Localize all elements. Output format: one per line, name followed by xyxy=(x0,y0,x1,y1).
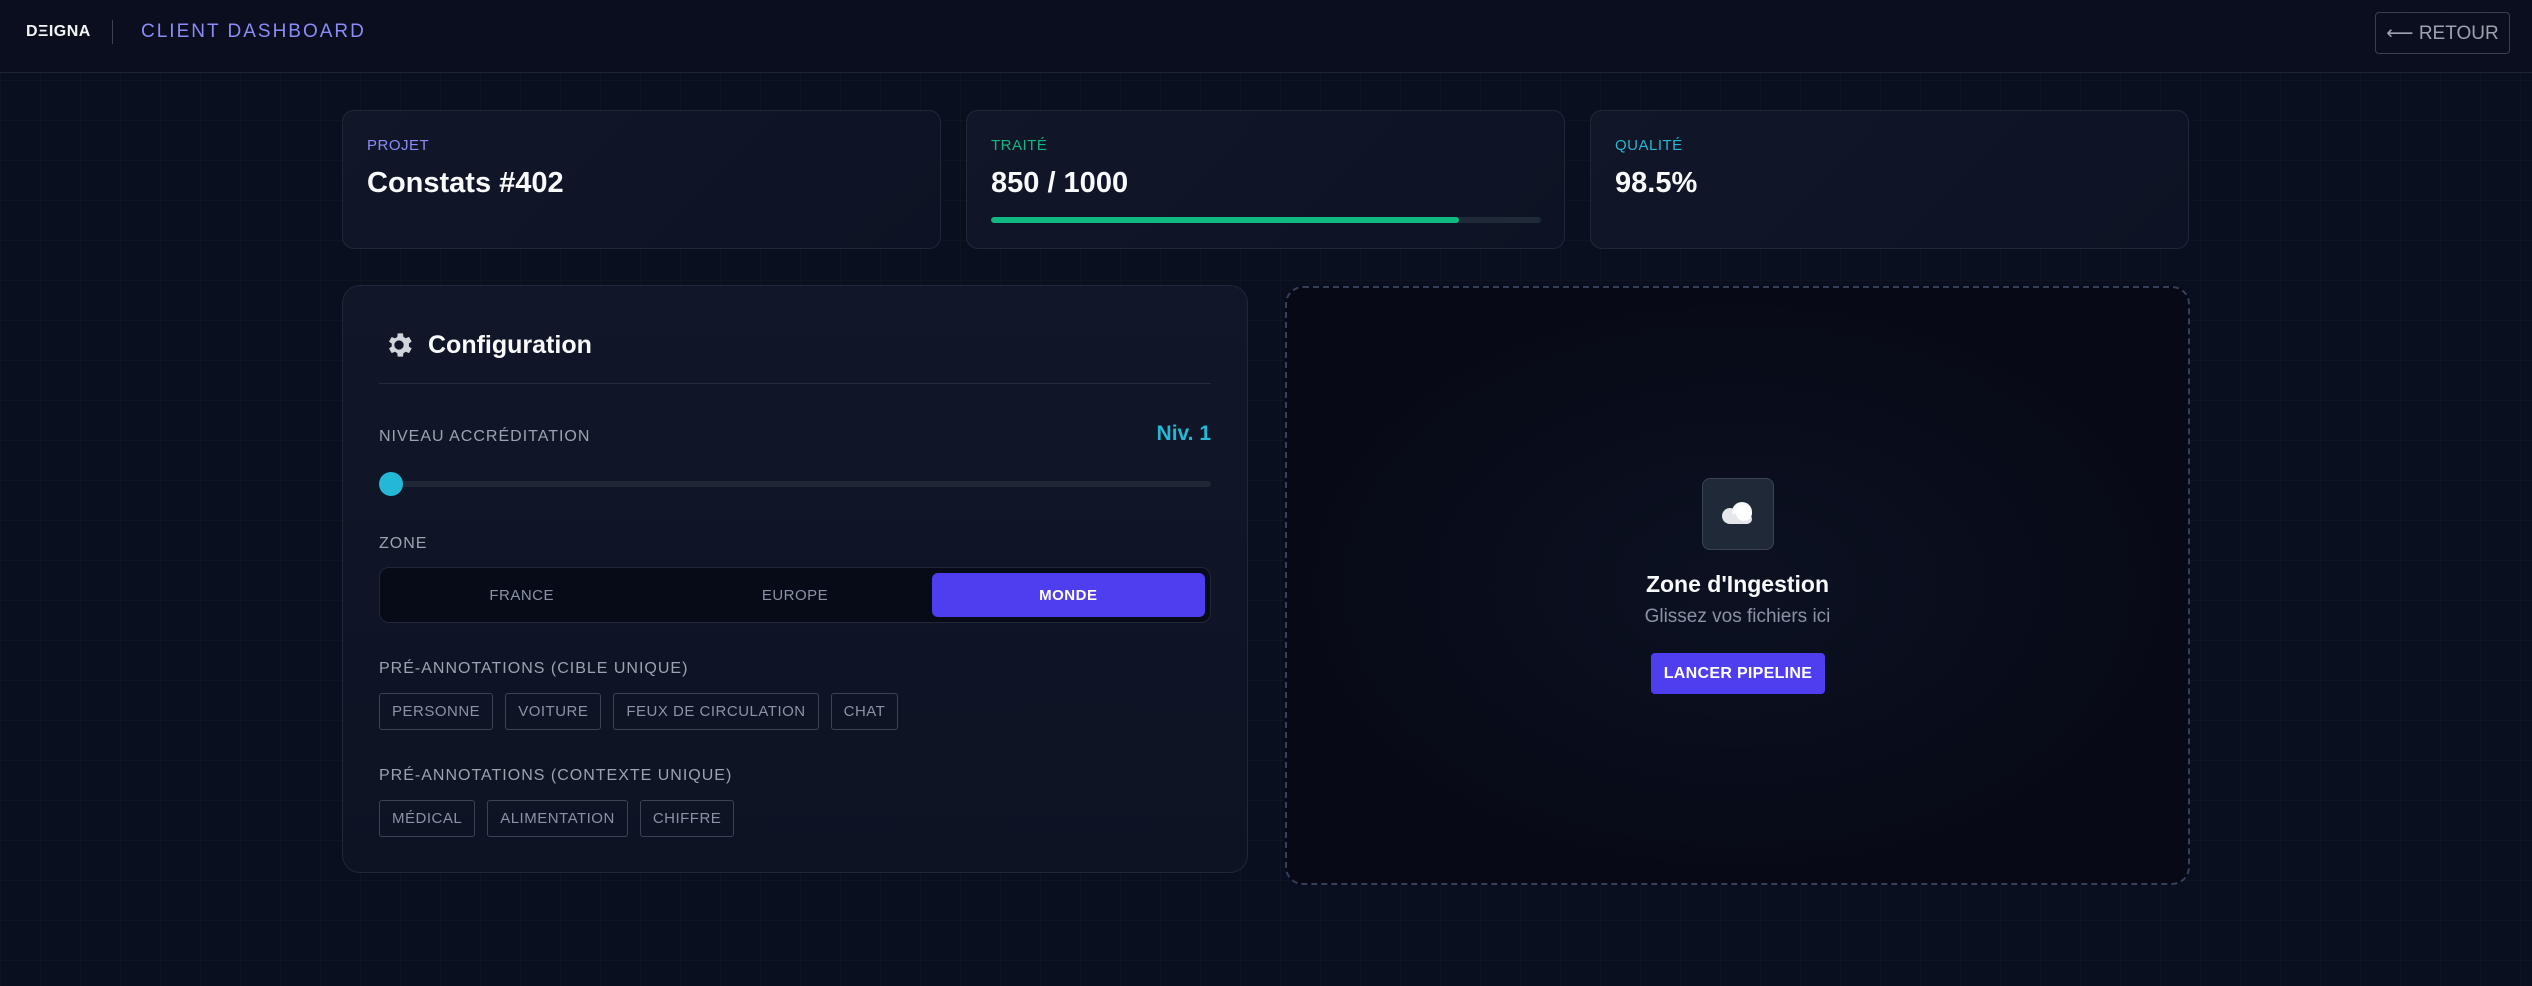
upload-icon-box xyxy=(1702,478,1774,550)
brand-logo[interactable]: DΞIGNA xyxy=(26,23,91,41)
launch-pipeline-button[interactable]: LANCER PIPELINE xyxy=(1651,653,1825,694)
zone-label: ZONE xyxy=(379,535,428,552)
ingestion-dropzone[interactable]: Zone d'Ingestion Glissez vos fichiers ic… xyxy=(1285,286,2190,885)
configuration-title: Configuration xyxy=(428,331,592,359)
configuration-header: Configuration xyxy=(379,322,1211,384)
stat-label: TRAITÉ xyxy=(991,137,1048,154)
accreditation-slider[interactable] xyxy=(379,472,1211,496)
chip-medical[interactable]: MÉDICAL xyxy=(379,800,476,837)
chip-chiffre[interactable]: CHIFFRE xyxy=(639,800,735,837)
progress-fill xyxy=(991,217,1459,223)
chip-alimentation[interactable]: ALIMENTATION xyxy=(487,800,628,837)
back-button[interactable]: ⟵ RETOUR xyxy=(2375,12,2510,54)
stat-card-processed: TRAITÉ 850 / 1000 xyxy=(966,110,1565,249)
accreditation-label: NIVEAU ACCRÉDITATION xyxy=(379,428,591,445)
page-title: CLIENT DASHBOARD xyxy=(141,21,366,42)
zone-option-france[interactable]: FRANCE xyxy=(385,573,658,617)
progress-bar xyxy=(991,217,1541,223)
target-annotations-label: PRÉ-ANNOTATIONS (CIBLE UNIQUE) xyxy=(379,660,689,677)
ingestion-subtitle: Glissez vos fichiers ici xyxy=(1644,606,1831,627)
top-bar: DΞIGNA CLIENT DASHBOARD ⟵ RETOUR xyxy=(0,0,2532,73)
header-divider xyxy=(112,20,113,44)
accreditation-value: Niv. 1 xyxy=(1156,422,1211,445)
stat-value: 850 / 1000 xyxy=(991,167,1129,199)
cloud-upload-icon xyxy=(1722,502,1752,524)
stat-card-project: PROJET Constats #402 xyxy=(342,110,941,249)
zone-option-europe[interactable]: EUROPE xyxy=(658,573,931,617)
context-annotation-chips: MÉDICAL ALIMENTATION CHIFFRE xyxy=(379,800,735,837)
zone-option-monde[interactable]: MONDE xyxy=(931,573,1205,617)
slider-thumb[interactable] xyxy=(379,472,403,496)
chip-feux-de-circulation[interactable]: FEUX DE CIRCULATION xyxy=(613,693,819,730)
configuration-panel: Configuration NIVEAU ACCRÉDITATION Niv. … xyxy=(342,285,1248,873)
stat-card-quality: QUALITÉ 98.5% xyxy=(1590,110,2189,249)
zone-selector: FRANCE EUROPE MONDE xyxy=(379,567,1211,623)
context-annotations-label: PRÉ-ANNOTATIONS (CONTEXTE UNIQUE) xyxy=(379,767,733,784)
stat-value: 98.5% xyxy=(1615,167,1698,199)
stat-label: QUALITÉ xyxy=(1615,137,1683,154)
stat-label: PROJET xyxy=(367,137,430,154)
chip-personne[interactable]: PERSONNE xyxy=(379,693,494,730)
chip-voiture[interactable]: VOITURE xyxy=(505,693,602,730)
target-annotation-chips: PERSONNE VOITURE FEUX DE CIRCULATION CHA… xyxy=(379,693,899,730)
stat-value: Constats #402 xyxy=(367,167,564,199)
gear-icon xyxy=(389,333,412,357)
chip-chat[interactable]: CHAT xyxy=(830,693,899,730)
ingestion-title: Zone d'Ingestion xyxy=(1645,571,1830,597)
